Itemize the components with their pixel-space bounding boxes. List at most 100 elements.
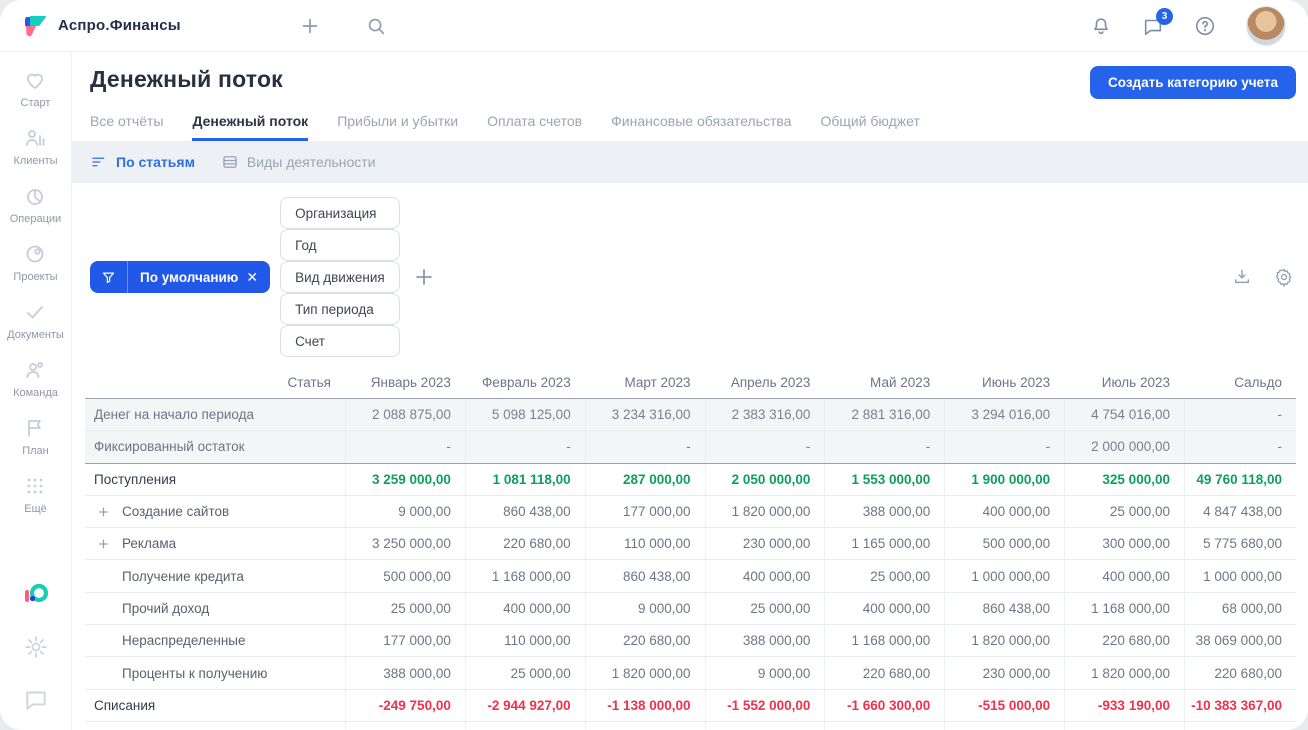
sidebar-item-0[interactable]: Старт xyxy=(7,68,64,109)
settings-gear-icon[interactable] xyxy=(1274,267,1294,287)
projects-icon xyxy=(23,242,47,266)
tab-1[interactable]: Денежный поток xyxy=(192,113,309,141)
cell-value: 220 680,00 xyxy=(464,528,585,560)
sort-lines-icon xyxy=(90,153,108,171)
sidebar-item-5[interactable]: Команда xyxy=(7,358,64,399)
expand-icon[interactable] xyxy=(97,505,110,518)
sidebar-item-4[interactable]: Документы xyxy=(7,300,64,341)
cell-value: 5 098 125,00 xyxy=(464,399,585,431)
filter-chip-1[interactable]: Год xyxy=(280,229,400,261)
cell-value: 230 000,00 xyxy=(944,657,1064,689)
tab-0[interactable]: Все отчёты xyxy=(90,113,163,141)
active-filter-pill[interactable]: По умолчанию ✕ xyxy=(90,261,271,293)
row-label[interactable]: Создание сайтов xyxy=(85,496,345,527)
row-label[interactable]: Прочий доход xyxy=(85,593,345,624)
cell-value: -1 200 000,00 xyxy=(824,721,944,730)
cell-value: 1 081 118,00 xyxy=(464,463,585,495)
column-month-2[interactable]: Февраль 2023 xyxy=(464,367,585,399)
table-row-1: Фиксированный остаток - - - - - -2 000 000,00- xyxy=(85,431,1296,464)
user-avatar[interactable] xyxy=(1246,5,1286,46)
row-label[interactable]: Закупка лицензий xyxy=(85,722,345,730)
row-label[interactable]: Поступления xyxy=(85,464,345,495)
tab-3[interactable]: Оплата счетов xyxy=(487,113,582,141)
cell-value: -933 190,00 xyxy=(1064,689,1184,721)
cell-value: -1 660 300,00 xyxy=(824,689,944,721)
cell-value: 2 000 000,00 xyxy=(1064,431,1184,463)
cell-saldo: -10 383 367,00 xyxy=(1183,689,1296,721)
cell-value: 1 168 000,00 xyxy=(1064,592,1184,625)
tab-4[interactable]: Финансовые обязательства xyxy=(611,113,791,141)
filter-chip-2[interactable]: Вид движения xyxy=(280,261,400,293)
column-month-7[interactable]: Июль 2023 xyxy=(1064,367,1184,399)
row-label[interactable]: Денег на начало периода xyxy=(85,399,345,430)
add-filter-icon[interactable] xyxy=(412,265,436,289)
column-month-6[interactable]: Июнь 2023 xyxy=(944,367,1065,399)
cell-value: - xyxy=(944,431,1064,463)
sidebar-item-label: План xyxy=(22,445,49,457)
cell-value: 300 000,00 xyxy=(1064,528,1184,560)
cell-value: 1 553 000,00 xyxy=(824,463,944,495)
cell-value: - xyxy=(464,431,585,463)
row-label[interactable]: Нераспределенные xyxy=(85,625,345,656)
cell-value: 25 000,00 xyxy=(1064,495,1184,528)
sidebar: Старт Клиенты Операции Проекты Документы Кома… xyxy=(0,52,72,730)
sidebar-item-2[interactable]: Операции xyxy=(7,184,64,225)
table-row-10: Закупка лицензий-2 800,00-1 547 358,00-8… xyxy=(85,721,1296,730)
start-icon xyxy=(23,68,47,92)
cell-value: 3 250 000,00 xyxy=(345,528,465,560)
cell-saldo: -6 144 248,00 xyxy=(1183,721,1296,730)
view-tab-0[interactable]: По статьям xyxy=(90,153,195,171)
cell-value: -1 138 000,00 xyxy=(584,689,705,721)
column-month-5[interactable]: Май 2023 xyxy=(824,367,945,399)
clear-filter-icon[interactable]: ✕ xyxy=(246,269,270,286)
create-category-button[interactable]: Создать категорию учета xyxy=(1090,66,1296,99)
chat-icon[interactable]: 3 xyxy=(1142,7,1173,37)
sidebar-item-3[interactable]: Проекты xyxy=(7,242,64,283)
tab-2[interactable]: Прибыли и убытки xyxy=(337,113,458,141)
row-label[interactable]: Фиксированный остаток xyxy=(85,431,345,462)
row-label[interactable]: Проценты к получению xyxy=(85,657,345,688)
row-label[interactable]: Получение кредита xyxy=(85,560,345,591)
cell-saldo: 5 775 680,00 xyxy=(1183,528,1296,560)
table-row-2: Поступления 3 259 000,00 1 081 118,00 287 0… xyxy=(85,463,1296,496)
cell-value: -357 890,00 xyxy=(1064,721,1184,730)
cell-value: 110 000,00 xyxy=(584,528,705,560)
column-month-3[interactable]: Март 2023 xyxy=(584,367,705,399)
cell-value: - xyxy=(345,431,465,463)
cell-value: 400 000,00 xyxy=(464,592,585,625)
sidebar-item-label: Клиенты xyxy=(13,155,58,167)
help-icon[interactable] xyxy=(1194,15,1216,37)
sidebar-item-1[interactable]: Клиенты xyxy=(7,126,64,167)
view-tab-1[interactable]: Виды деятельности xyxy=(221,153,376,171)
funnel-icon[interactable] xyxy=(90,261,128,293)
filter-chip-4[interactable]: Счет xyxy=(280,325,400,357)
column-month-1[interactable]: Январь 2023 xyxy=(345,367,465,399)
table-row-0: Денег на начало периода 2 088 875,00 5 098… xyxy=(85,399,1296,432)
column-month-4[interactable]: Апрель 2023 xyxy=(704,367,825,399)
cell-value: 287 000,00 xyxy=(584,463,705,495)
row-label[interactable]: Списания xyxy=(85,690,345,721)
more-icon xyxy=(23,474,47,498)
cell-value: 400 000,00 xyxy=(704,560,825,592)
gear-icon[interactable] xyxy=(23,634,49,660)
plus-icon[interactable] xyxy=(299,15,321,37)
cell-value: 9 000,00 xyxy=(584,592,705,625)
search-icon[interactable] xyxy=(365,15,387,37)
cell-value: 388 000,00 xyxy=(824,495,944,528)
cell-saldo: 1 000 000,00 xyxy=(1183,560,1296,592)
aspro-mark-icon[interactable] xyxy=(23,582,49,608)
cell-value: -821 000,00 xyxy=(584,721,705,730)
tab-5[interactable]: Общий бюджет xyxy=(820,113,919,141)
bell-icon[interactable] xyxy=(1090,15,1112,37)
plan-icon xyxy=(23,416,47,440)
download-icon[interactable] xyxy=(1232,267,1252,287)
filter-chip-0[interactable]: Организация xyxy=(280,197,400,229)
chat-icon[interactable] xyxy=(23,686,49,712)
filter-chip-3[interactable]: Тип периода xyxy=(280,293,400,325)
sidebar-item-7[interactable]: Ещё xyxy=(7,474,64,515)
row-label[interactable]: Реклама xyxy=(85,528,345,559)
app-logo[interactable]: Аспро.Финансы xyxy=(22,13,181,39)
sidebar-item-6[interactable]: План xyxy=(7,416,64,457)
sidebar-item-label: Команда xyxy=(13,387,58,399)
expand-icon[interactable] xyxy=(97,537,110,550)
